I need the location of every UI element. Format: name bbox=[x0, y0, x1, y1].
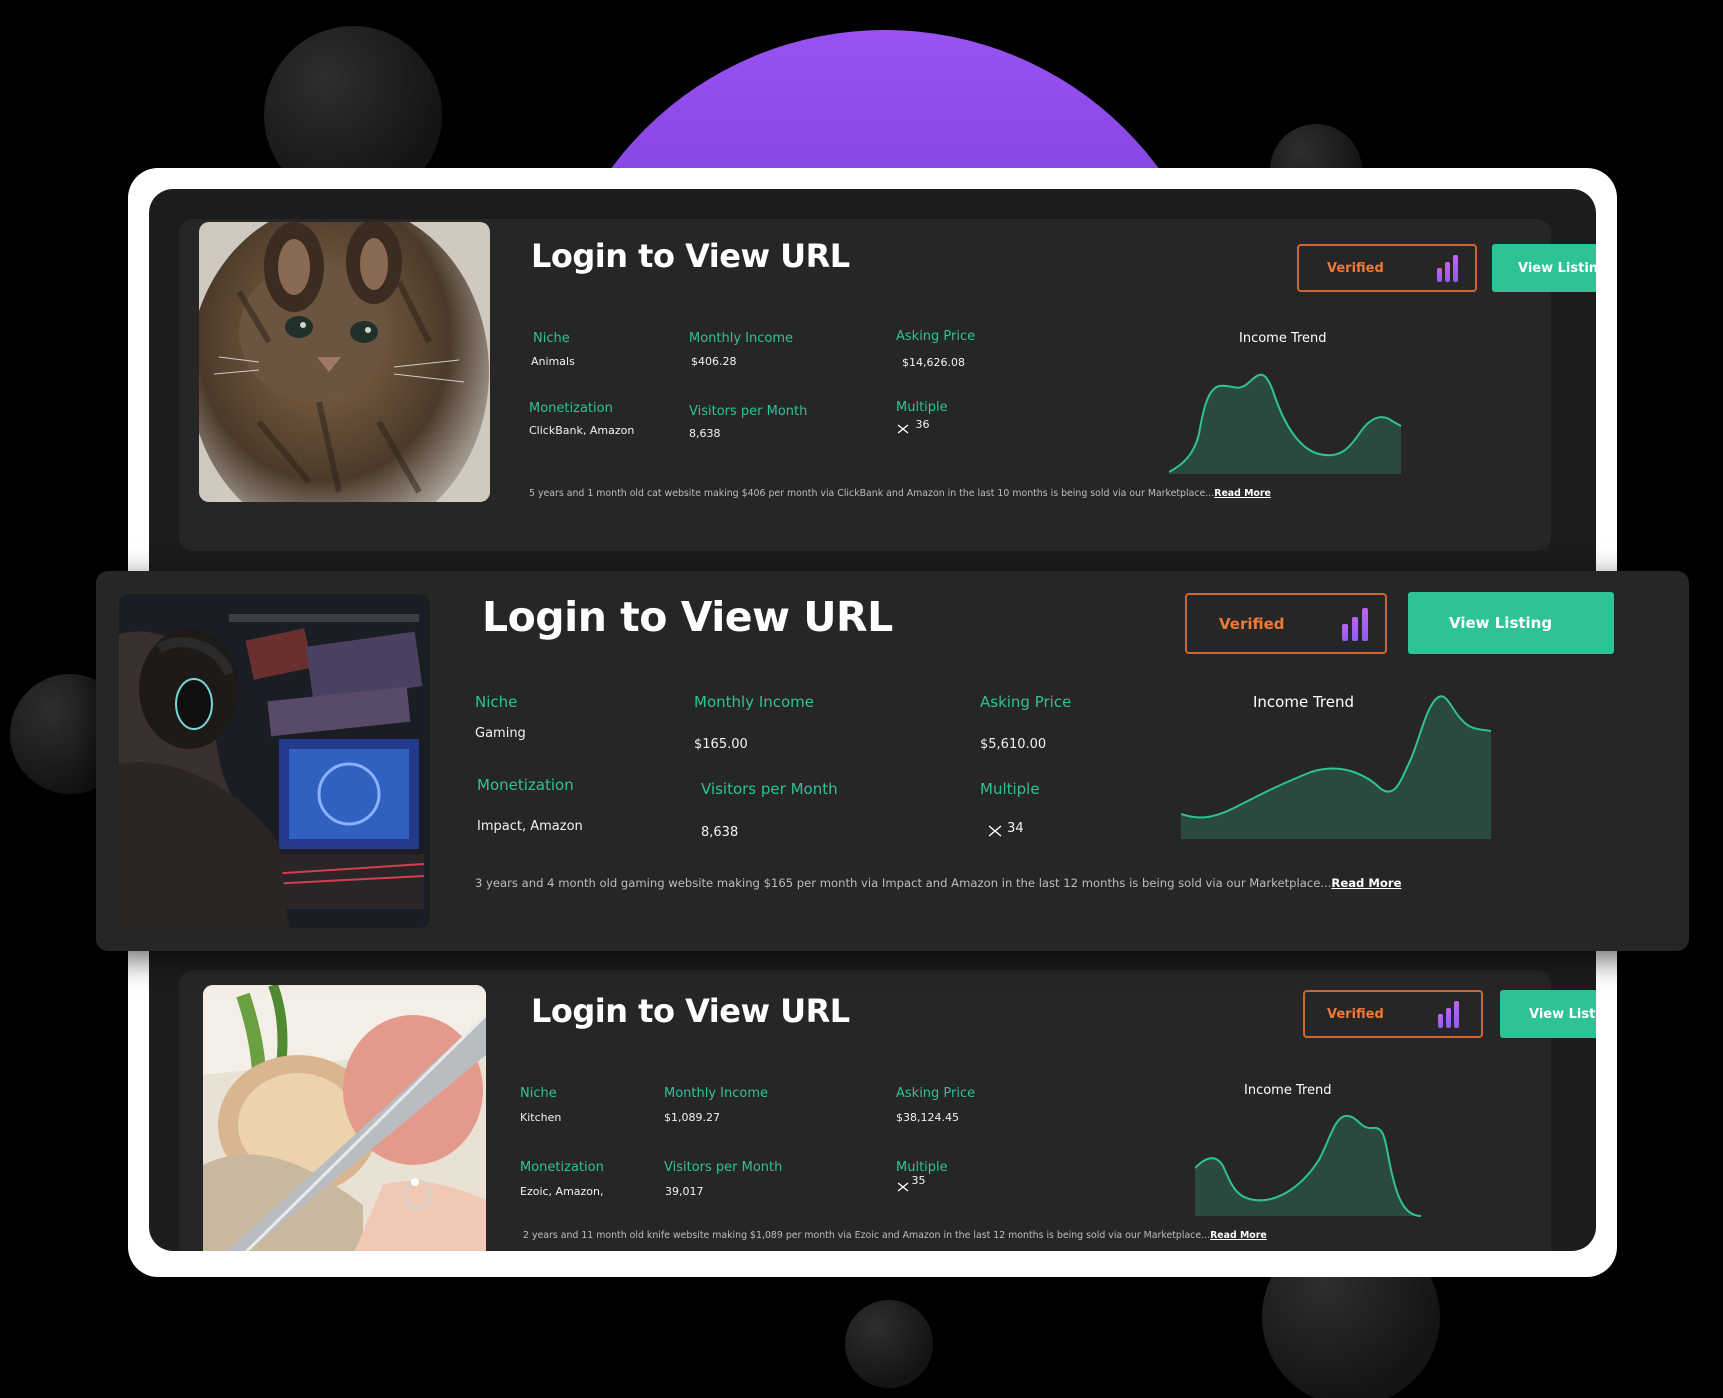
monetization-label: Monetization bbox=[520, 1160, 604, 1175]
listing-image-knife[interactable] bbox=[203, 985, 486, 1251]
monthly-income-value: $165.00 bbox=[694, 737, 748, 752]
verified-label: Verified bbox=[1327, 1006, 1384, 1022]
monthly-income-value: $406.28 bbox=[691, 355, 737, 368]
verified-label: Verified bbox=[1327, 260, 1384, 276]
visitors-label: Visitors per Month bbox=[664, 1160, 783, 1175]
listing-description: 5 years and 1 month old cat website maki… bbox=[529, 488, 1271, 499]
listing-card-featured: Login to View URL Verified View Listing … bbox=[96, 571, 1689, 951]
asking-price-value: $14,626.08 bbox=[902, 356, 965, 369]
view-listing-button[interactable]: View Listing bbox=[1492, 244, 1596, 292]
multiple-value: 35 bbox=[896, 1174, 926, 1193]
multiply-icon bbox=[897, 1182, 909, 1192]
income-trend-chart bbox=[1181, 695, 1492, 839]
bar-chart-icon bbox=[1437, 255, 1458, 282]
verified-label: Verified bbox=[1219, 614, 1285, 633]
visitors-value: 39,017 bbox=[665, 1185, 704, 1198]
niche-value: Kitchen bbox=[520, 1111, 562, 1124]
multiple-number: 35 bbox=[911, 1174, 926, 1187]
monetization-label: Monetization bbox=[477, 776, 574, 794]
read-more-link[interactable]: Read More bbox=[1210, 1230, 1267, 1241]
income-trend-title: Income Trend bbox=[1239, 331, 1327, 346]
view-listing-button[interactable]: View Listing bbox=[1500, 990, 1596, 1038]
visitors-label: Visitors per Month bbox=[701, 780, 838, 798]
listing-description: 2 years and 11 month old knife website m… bbox=[523, 1230, 1267, 1241]
niche-label: Niche bbox=[520, 1086, 557, 1101]
monthly-income-label: Monthly Income bbox=[664, 1086, 769, 1101]
listing-card: Login to View URL Verified View Listing … bbox=[179, 970, 1596, 1251]
niche-label: Niche bbox=[475, 693, 518, 711]
visitors-value: 8,638 bbox=[689, 427, 721, 440]
listing-title[interactable]: Login to View URL bbox=[482, 593, 893, 641]
asking-price-value: $38,124.45 bbox=[896, 1111, 959, 1124]
verified-badge: Verified bbox=[1297, 244, 1477, 292]
verified-badge: Verified bbox=[1185, 593, 1387, 654]
bar-chart-icon bbox=[1342, 608, 1368, 641]
view-listing-label: View Listing bbox=[1529, 1006, 1596, 1022]
monthly-income-value: $1,089.27 bbox=[664, 1111, 720, 1124]
listing-description: 3 years and 4 month old gaming website m… bbox=[475, 876, 1402, 890]
listing-image-kitten[interactable] bbox=[199, 222, 490, 502]
visitors-value: 8,638 bbox=[701, 825, 739, 840]
monetization-value: Ezoic, Amazon, bbox=[520, 1185, 604, 1198]
monetization-value: Impact, Amazon bbox=[477, 819, 583, 834]
multiply-icon bbox=[988, 824, 1002, 837]
niche-label: Niche bbox=[533, 331, 570, 346]
niche-value: Gaming bbox=[475, 726, 526, 741]
multiple-number: 36 bbox=[915, 418, 930, 431]
asking-price-label: Asking Price bbox=[896, 329, 976, 344]
income-trend-chart bbox=[1195, 1114, 1422, 1217]
multiply-icon bbox=[897, 424, 909, 434]
listing-title[interactable]: Login to View URL bbox=[531, 992, 850, 1030]
asking-price-label: Asking Price bbox=[980, 693, 1072, 711]
read-more-link[interactable]: Read More bbox=[1214, 488, 1271, 499]
bar-chart-icon bbox=[1438, 1001, 1459, 1028]
income-trend-title: Income Trend bbox=[1244, 1083, 1332, 1098]
listing-card: Login to View URL Verified View Listing … bbox=[179, 219, 1596, 551]
view-listing-label: View Listing bbox=[1449, 614, 1553, 632]
multiple-value: 36 bbox=[896, 418, 930, 435]
listing-title[interactable]: Login to View URL bbox=[531, 237, 850, 275]
read-more-link[interactable]: Read More bbox=[1331, 876, 1401, 890]
monthly-income-label: Monthly Income bbox=[689, 331, 794, 346]
visitors-label: Visitors per Month bbox=[689, 404, 808, 419]
view-listing-label: View Listing bbox=[1518, 260, 1596, 276]
multiple-label: Multiple bbox=[896, 1160, 948, 1175]
multiple-number: 34 bbox=[1007, 821, 1024, 836]
multiple-value: 34 bbox=[987, 821, 1024, 838]
decor-circle bbox=[845, 1300, 933, 1388]
income-trend-chart bbox=[1169, 373, 1402, 474]
monetization-label: Monetization bbox=[529, 401, 613, 416]
asking-price-label: Asking Price bbox=[896, 1086, 976, 1101]
listing-image-gamer[interactable] bbox=[119, 594, 430, 928]
multiple-label: Multiple bbox=[980, 780, 1040, 798]
monthly-income-label: Monthly Income bbox=[694, 693, 815, 711]
monetization-value: ClickBank, Amazon bbox=[529, 424, 635, 437]
multiple-label: Multiple bbox=[896, 400, 948, 415]
niche-value: Animals bbox=[531, 355, 575, 368]
view-listing-button[interactable]: View Listing bbox=[1408, 592, 1614, 654]
verified-badge: Verified bbox=[1303, 990, 1483, 1038]
asking-price-value: $5,610.00 bbox=[980, 737, 1047, 752]
